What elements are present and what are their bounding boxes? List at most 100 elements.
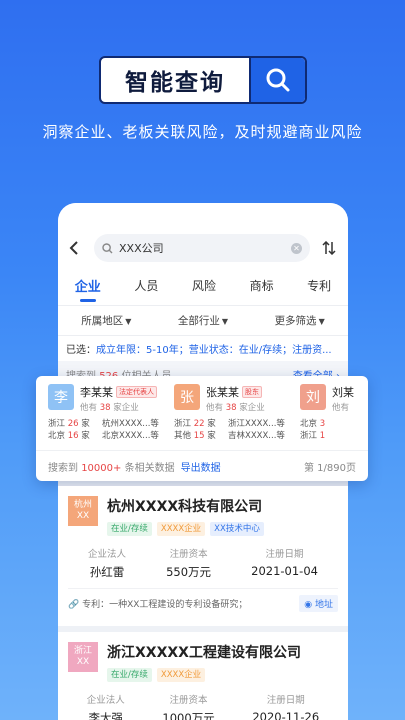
- person-sub-num: 38: [225, 403, 237, 413]
- back-button[interactable]: [68, 241, 88, 255]
- region-row: 北京 16 家 北京XXXX...等: [48, 430, 164, 442]
- person-name: 李某某: [80, 386, 113, 399]
- company-logo: 杭州XX: [68, 496, 98, 526]
- patent-row: 🔗 专利：一种XX工程建设的专利设备研究； ◉ 地址: [68, 588, 338, 618]
- region-row: 北京 3: [300, 418, 368, 430]
- region-name: 北京: [300, 419, 318, 429]
- person-card[interactable]: 刘 刘某 他有 北京 3 浙江 1: [300, 384, 368, 450]
- banner-tagline: 洞察企业、老板关联风险，及时规避商业风险: [42, 123, 363, 141]
- region-count: 1: [319, 431, 326, 441]
- filter-industry-label: 全部行业: [177, 315, 220, 327]
- region-name: 北京: [48, 431, 66, 441]
- company-card[interactable]: 浙江XX 浙江XXXXX工程建设有限公司 在业/存续 XXXX企业 企业法人 李大…: [58, 632, 348, 720]
- person-sub-post: 家企业: [113, 403, 139, 413]
- region-row: 浙江 22 家 浙江XXXX...等: [174, 418, 290, 430]
- company-logo: 浙江XX: [68, 642, 98, 672]
- location-pin-icon: ◉: [304, 600, 313, 610]
- banner-search-box[interactable]: 智能查询: [99, 56, 307, 104]
- person-company-count: 他有 38 家企业: [206, 401, 265, 413]
- patent-text: 专利：一种XX工程建设的专利设备研究；: [82, 600, 248, 610]
- region-name: 浙江: [300, 431, 318, 441]
- person-name: 张某某: [206, 386, 239, 399]
- tech-center-badge: XX技术中心: [210, 522, 264, 536]
- category-tabs: 企业 人员 风险 商标 专利: [58, 269, 348, 302]
- stat-value: 1000万元: [162, 711, 215, 720]
- filter-industry[interactable]: 全部行业 ▼: [178, 313, 228, 328]
- avatar: 张: [174, 384, 200, 410]
- person-card[interactable]: 李 李某某 法定代表人 他有 38 家企业 浙江 26 家 杭州XXXX...等 北…: [48, 384, 164, 450]
- filter-bar: 所属地区 ▼ 全部行业 ▼ 更多筛选 ▼: [58, 305, 348, 335]
- search-header: XXX公司 ✕ 企业 人员 风险 商标 专利 所属地区 ▼ 全部行业 ▼ 更多筛选: [58, 203, 348, 361]
- company-name: 浙江XXXXX工程建设有限公司: [107, 645, 301, 661]
- register-date-stat: 注册日期 2020-11-26: [252, 692, 319, 720]
- person-company-count: 他有: [332, 401, 354, 413]
- tab-risk[interactable]: 风险: [186, 277, 222, 294]
- search-icon: [266, 68, 290, 92]
- address-button[interactable]: ◉ 地址: [299, 595, 338, 612]
- region-company: 北京XXXX...等: [102, 431, 159, 441]
- stat-key: 注册资本: [169, 695, 208, 706]
- person-company-count: 他有 38 家企业: [80, 401, 157, 413]
- data-count-pre: 搜索到: [48, 462, 78, 474]
- sort-icon: [322, 241, 336, 255]
- caret-down-icon: ▼: [125, 317, 132, 326]
- tab-trademark[interactable]: 商标: [244, 277, 280, 294]
- stat-value: 2020-11-26: [252, 710, 320, 720]
- region-row: 其他 15 家 吉林XXXX...等: [174, 430, 290, 442]
- enterprise-badge: XXXX企业: [156, 522, 206, 536]
- search-row: XXX公司 ✕: [58, 233, 348, 263]
- region-count: 16: [67, 431, 79, 441]
- region-company: 杭州XXXX...等: [102, 419, 159, 429]
- search-input[interactable]: XXX公司 ✕: [94, 234, 310, 262]
- company-card[interactable]: 杭州XX 杭州XXXX科技有限公司 在业/存续 XXXX企业 XX技术中心 企业…: [58, 486, 348, 626]
- filter-region-label: 所属地区: [81, 315, 124, 327]
- banner-search-button[interactable]: [249, 58, 305, 102]
- selected-filters[interactable]: 已选： 成立年限：5-10年；营业状态：在业/存续；注册资...: [58, 335, 348, 361]
- filter-region[interactable]: 所属地区 ▼: [81, 313, 131, 328]
- stat-value: 孙红雷: [89, 565, 125, 579]
- enterprise-badge: XXXX企业: [156, 668, 206, 682]
- avatar: 刘: [300, 384, 326, 410]
- data-result-footer: 搜索到 10000+ 条相关数据 导出数据 第 1/890页: [36, 450, 368, 481]
- person-list: 李 李某某 法定代表人 他有 38 家企业 浙江 26 家 杭州XXXX...等 北…: [36, 376, 368, 450]
- clear-icon[interactable]: ✕: [291, 242, 302, 254]
- filter-more[interactable]: 更多筛选 ▼: [275, 313, 325, 328]
- stat-value: 550万元: [166, 565, 212, 579]
- region-name: 浙江: [174, 419, 192, 429]
- region-count: 22: [193, 419, 205, 429]
- stat-key: 企业法人: [88, 549, 127, 560]
- region-unit: 家: [81, 431, 90, 441]
- person-sub-post: 家企业: [239, 403, 265, 413]
- status-badge: 在业/存续: [107, 522, 152, 536]
- region-company: 浙江XXXX...等: [228, 419, 285, 429]
- region-count: 26: [67, 419, 79, 429]
- legal-person-stat: 企业法人 孙红雷: [88, 546, 126, 580]
- tab-patent[interactable]: 专利: [301, 277, 337, 294]
- tab-enterprise[interactable]: 企业: [69, 276, 107, 302]
- person-card[interactable]: 张 张某某 股东 他有 38 家企业 浙江 22 家 浙江XXXX...等 其他 1…: [174, 384, 290, 450]
- person-results-card: 李 李某某 法定代表人 他有 38 家企业 浙江 26 家 杭州XXXX...等 北…: [36, 376, 368, 481]
- data-count-post: 条相关数据: [124, 462, 175, 474]
- link-icon: 🔗: [68, 600, 80, 610]
- region-unit: 家: [81, 419, 90, 429]
- banner-title: 智能查询: [125, 70, 225, 96]
- region-unit: 家: [207, 419, 216, 429]
- stat-value: 2021-01-04: [251, 564, 318, 578]
- person-sub-pre: 他有: [332, 403, 350, 413]
- region-count: 15: [193, 431, 205, 441]
- caret-down-icon: ▼: [318, 317, 325, 326]
- person-sub-num: 38: [99, 403, 111, 413]
- region-row: 浙江 26 家 杭州XXXX...等: [48, 418, 164, 430]
- sort-button[interactable]: [320, 241, 338, 255]
- filter-more-label: 更多筛选: [274, 315, 317, 327]
- region-count: 3: [319, 419, 326, 429]
- region-name: 其他: [174, 431, 192, 441]
- capital-stat: 注册资本 1000万元: [162, 692, 214, 720]
- tab-people[interactable]: 人员: [128, 277, 164, 294]
- region-company: 吉林XXXX...等: [228, 431, 285, 441]
- status-badge: 在业/存续: [107, 668, 152, 682]
- stat-key: 企业法人: [86, 695, 125, 706]
- caret-down-icon: ▼: [221, 317, 229, 326]
- export-data-link[interactable]: 导出数据: [181, 463, 221, 474]
- address-label: 地址: [314, 600, 333, 610]
